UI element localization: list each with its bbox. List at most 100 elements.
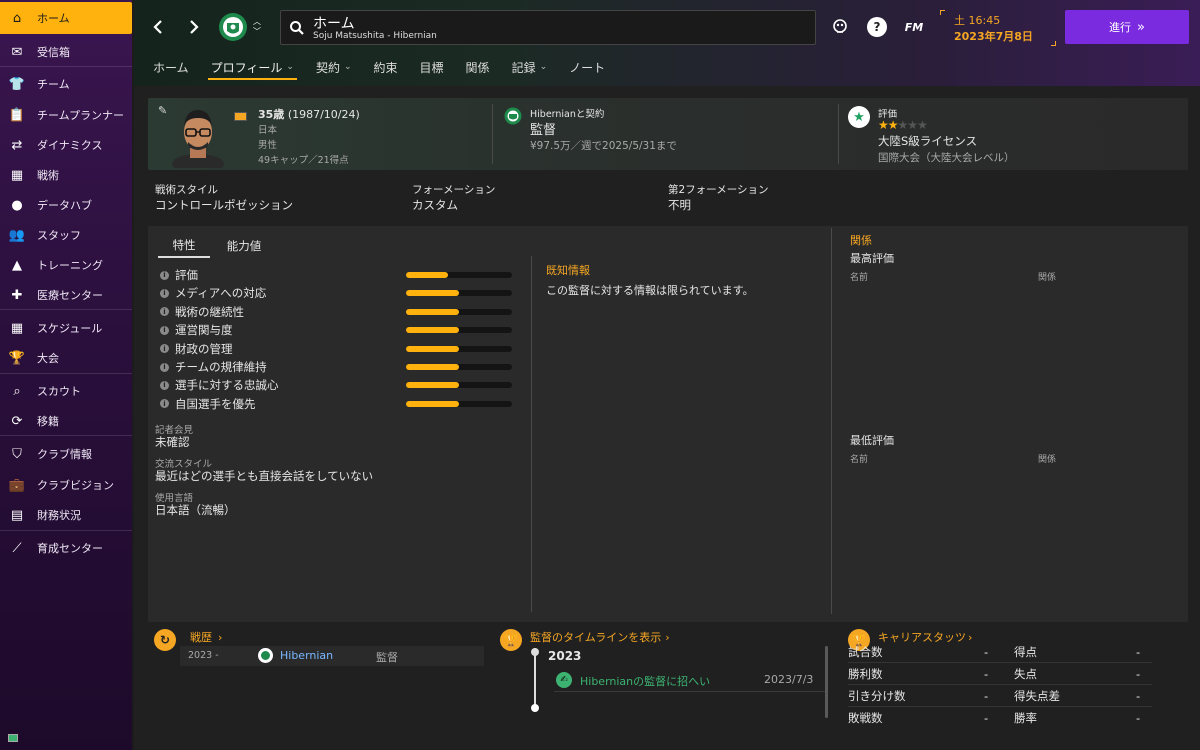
sidebar-item-scout[interactable]: ⌕ スカウト bbox=[0, 377, 132, 405]
sidebar-item-data-hub[interactable]: ● データハブ bbox=[0, 191, 132, 219]
contract-club[interactable]: Hibernianと契約 bbox=[530, 106, 604, 120]
timeline-scrollbar[interactable] bbox=[825, 646, 828, 718]
search-box[interactable]: ホーム Soju Matsushita - Hibernian bbox=[280, 10, 816, 45]
career-stats-row: 勝利数 - 失点 - bbox=[848, 663, 1152, 685]
history-icon: ↻ bbox=[154, 629, 176, 651]
info-icon[interactable]: i bbox=[160, 399, 169, 409]
sidebar-item-label: 医療センター bbox=[37, 289, 103, 302]
tab-objectives[interactable]: 目標 bbox=[409, 52, 455, 82]
info-icon[interactable]: i bbox=[160, 307, 169, 317]
sidebar-item-briefcase[interactable]: 💼 クラブビジョン bbox=[0, 471, 132, 499]
info-icon[interactable]: i bbox=[160, 270, 169, 280]
history-link[interactable]: 戦歴 › bbox=[190, 629, 222, 645]
page-title: ホーム bbox=[313, 16, 355, 32]
stat-value: - bbox=[984, 666, 989, 681]
club-switch-arrows-icon[interactable]: ︿ ﹀ bbox=[250, 14, 264, 40]
sidebar-item-tactics[interactable]: ▦ 戦術 bbox=[0, 161, 132, 189]
sidebar-item-calendar[interactable]: ▦ スケジュール bbox=[0, 314, 132, 342]
date-display[interactable]: 土 16:45 2023年7月8日 bbox=[940, 10, 1056, 46]
sidebar-item-training[interactable]: ▲ トレーニング bbox=[0, 251, 132, 279]
history-club[interactable]: Hibernian bbox=[280, 649, 333, 662]
star-filled-icon: ★ bbox=[878, 118, 889, 132]
info-icon[interactable]: i bbox=[160, 362, 169, 372]
sidebar-item-shield[interactable]: ⛉ クラブ情報 bbox=[0, 440, 132, 468]
sidebar-item-label: ダイナミクス bbox=[37, 139, 103, 152]
col-name: 名前 bbox=[850, 273, 869, 283]
attribute-bar-fill bbox=[406, 400, 459, 407]
back-button[interactable] bbox=[148, 16, 168, 38]
medical-icon: ✚ bbox=[11, 287, 23, 303]
sidebar-item-inbox[interactable]: ✉ 受信箱 bbox=[0, 38, 132, 66]
tactical-style-label: 戦術スタイル bbox=[155, 184, 218, 196]
tab-promises[interactable]: 約束 bbox=[363, 52, 409, 82]
info-icon[interactable]: i bbox=[160, 344, 169, 354]
sidebar: ⌂ ホーム ✉ 受信箱 👕 チーム 📋 チームプランナー ⇄ ダイナミクス ▦ 戦術 ● データハブ 👥 スタ… bbox=[0, 0, 132, 750]
sidebar-item-label: トレーニング bbox=[37, 259, 103, 272]
calendar-icon: ▦ bbox=[10, 320, 24, 336]
attribute-bar-fill bbox=[406, 364, 459, 370]
development-icon: ⟋ bbox=[12, 540, 22, 556]
sidebar-item-shirt[interactable]: 👕 チーム bbox=[0, 70, 132, 98]
club-badge-icon[interactable] bbox=[218, 11, 248, 43]
continue-button[interactable]: 進行 » bbox=[1065, 10, 1189, 44]
tab-profile[interactable]: プロフィール ⌄ bbox=[200, 52, 305, 82]
sidebar-item-transfer[interactable]: ⟳ 移籍 bbox=[0, 407, 132, 435]
known-info-title: 既知情報 bbox=[546, 264, 590, 277]
sidebar-item-label: 移籍 bbox=[37, 415, 59, 428]
coaching-license: 大陸S級ライセンス bbox=[878, 134, 978, 148]
sidebar-item-label: 育成センター bbox=[37, 542, 103, 555]
attribute-label: メディアへの対応 bbox=[175, 286, 267, 301]
info-icon[interactable]: i bbox=[160, 325, 169, 335]
sidebar-item-finance[interactable]: ▤ 財務状況 bbox=[0, 501, 132, 529]
chevron-right-icon: › bbox=[218, 631, 223, 644]
stat-label: 試合数 bbox=[848, 644, 883, 659]
trophy-icon: 🏆 bbox=[8, 350, 26, 366]
sidebar-item-label: 大会 bbox=[37, 352, 59, 365]
sidebar-item-clipboard[interactable]: 📋 チームプランナー bbox=[0, 101, 132, 129]
attribute-bar-fill bbox=[406, 290, 459, 297]
history-year: 2023 - bbox=[188, 650, 219, 661]
forward-button[interactable] bbox=[184, 16, 204, 38]
tab-home[interactable]: ホーム bbox=[142, 52, 200, 82]
tab-contract[interactable]: 契約 ⌄ bbox=[305, 52, 363, 82]
tab-notes[interactable]: ノート bbox=[558, 52, 616, 82]
sidebar-item-medical[interactable]: ✚ 医療センター bbox=[0, 281, 132, 309]
timeline-event-row[interactable]: ✍ Hibernianの監督に招へい 2023/7/3 bbox=[554, 670, 826, 692]
edit-icon[interactable]: ✎ bbox=[158, 104, 167, 117]
info-icon[interactable]: i bbox=[160, 380, 169, 390]
tab-attributes[interactable]: 能力値 bbox=[218, 234, 270, 258]
attribute-label: 自国選手を優先 bbox=[175, 396, 256, 411]
col-relation: 関係 bbox=[1038, 273, 1057, 283]
timeline-start-dot bbox=[531, 648, 539, 656]
sidebar-item-dynamics[interactable]: ⇄ ダイナミクス bbox=[0, 131, 132, 159]
attribute-row: i メディアへの対応 bbox=[160, 284, 520, 302]
tab-relations[interactable]: 関係 bbox=[455, 52, 501, 82]
worst-rated-title: 最低評価 bbox=[850, 434, 894, 447]
help-icon[interactable]: ? bbox=[867, 17, 887, 37]
stat-value: - bbox=[1136, 711, 1141, 725]
second-formation-label: 第2フォーメーション bbox=[668, 184, 769, 196]
sidebar-item-development[interactable]: ⟋ 育成センター bbox=[0, 534, 132, 562]
attribute-bar-fill bbox=[406, 327, 459, 334]
comm-value: 最近はどの選手とも直接会話をしていない bbox=[155, 469, 374, 483]
timeline-link[interactable]: 監督のタイムラインを表示 › bbox=[530, 629, 670, 645]
rating-stars: ★★★★★ bbox=[878, 118, 928, 132]
sidebar-item-label: クラブビジョン bbox=[37, 479, 114, 492]
manager-role: 監督 bbox=[530, 123, 557, 138]
shirt-icon: 👕 bbox=[8, 76, 26, 92]
tab-records[interactable]: 記録 ⌄ bbox=[501, 52, 559, 82]
sidebar-item-trophy[interactable]: 🏆 大会 bbox=[0, 344, 132, 372]
fm-menu-button[interactable]: FM bbox=[902, 17, 926, 37]
info-icon[interactable]: i bbox=[160, 288, 169, 298]
sidebar-item-label: スタッフ bbox=[37, 229, 81, 242]
sidebar-item-staff[interactable]: 👥 スタッフ bbox=[0, 221, 132, 249]
stat-label: 勝利数 bbox=[848, 666, 883, 681]
attribute-row: i 財政の管理 bbox=[160, 340, 520, 358]
career-stats-row: 試合数 - 得点 - bbox=[848, 641, 1152, 663]
history-row[interactable]: 2023 - Hibernian 監督 bbox=[180, 646, 484, 666]
tab-traits[interactable]: 特性 bbox=[158, 234, 210, 258]
col-name: 名前 bbox=[850, 455, 869, 465]
game-status-icon[interactable] bbox=[830, 17, 850, 37]
sidebar-item-home[interactable]: ⌂ ホーム bbox=[0, 2, 132, 34]
page-subtitle: Soju Matsushita - Hibernian bbox=[313, 31, 437, 41]
